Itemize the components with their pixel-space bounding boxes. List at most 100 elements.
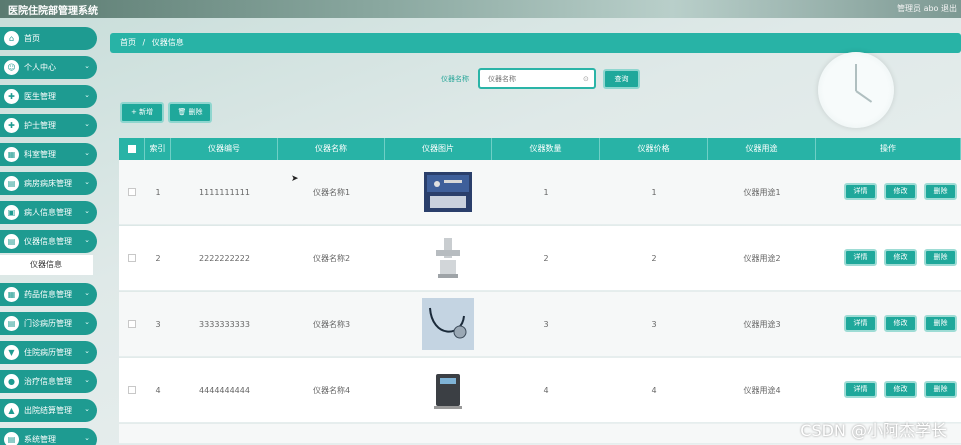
sidebar-item[interactable]: ☺ 个人中心 ⌄ xyxy=(0,56,97,79)
cell-code: 4444444444 xyxy=(199,386,250,395)
sidebar: ⌂ 首页 ☺ 个人中心 ⌄ ✚ 医生管理 ⌄ ✚ 护士管理 ⌄ ▦ 科室管理 ⌄ ▤ 病房病床管理 ⌄ ▣ 病人信息… xyxy=(0,26,100,445)
breadcrumb-separator: / xyxy=(142,38,146,47)
sidebar-item[interactable]: ▤ 病房病床管理 ⌄ xyxy=(0,172,97,195)
cell-name: 仪器名称2 xyxy=(312,254,351,263)
edit-button[interactable]: 修改 xyxy=(884,315,917,332)
table-row: 1 1111111111 仪器名称1 1 1 仪器用途1 详情 修改 删除 xyxy=(119,160,961,225)
search-button[interactable]: 查询 xyxy=(603,69,640,89)
cell-qty: 2 xyxy=(543,254,549,263)
delete-button[interactable]: 删除 xyxy=(924,315,957,332)
table-header: 索引 仪器编号 仪器名称 仪器图片 仪器数量 仪器价格 仪器用途 操作 xyxy=(119,138,961,160)
mouse-cursor-icon: ➤ xyxy=(291,174,299,184)
sidebar-item[interactable]: ▤ 门诊病历管理 ⌄ xyxy=(0,312,97,335)
cell-qty: 1 xyxy=(543,188,549,197)
sidebar-item-label: 住院病历管理 xyxy=(24,348,72,357)
sidebar-item-label: 病房病床管理 xyxy=(24,179,72,188)
chevron-down-icon: ⌄ xyxy=(84,178,90,186)
chevron-down-icon: ⌄ xyxy=(84,207,90,215)
sidebar-item[interactable]: ▦ 药品信息管理 ⌄ xyxy=(0,283,97,306)
sidebar-item[interactable]: ▤ 系统管理 ⌄ xyxy=(0,428,97,445)
row-checkbox[interactable] xyxy=(128,254,136,262)
cell-index: 3 xyxy=(155,320,161,329)
nurse-icon: ✚ xyxy=(4,118,19,133)
faucet-image xyxy=(422,232,474,284)
app-title: 医院住院部管理系统 xyxy=(8,6,98,17)
dept-icon: ▦ xyxy=(4,147,19,162)
sidebar-item[interactable]: ▲ 出院结算管理 ⌄ xyxy=(0,399,97,422)
detail-button[interactable]: 详情 xyxy=(844,381,877,398)
row-checkbox[interactable] xyxy=(128,188,136,196)
home-icon: ⌂ xyxy=(4,31,19,46)
cell-code: 3333333333 xyxy=(199,320,250,329)
main-content: 首页 / 仪器信息 仪器名称 ⊙ 查询 + 新增 🗑 删除 索引仪器编号仪器名称… xyxy=(108,26,961,445)
cell-code: 1111111111 xyxy=(199,188,250,197)
chevron-down-icon: ⌄ xyxy=(84,149,90,157)
cell-qty: 3 xyxy=(543,320,549,329)
column-header: 仪器编号 xyxy=(171,138,278,160)
sidebar-item[interactable]: ✚ 护士管理 ⌄ xyxy=(0,114,97,137)
chevron-down-icon: ⌄ xyxy=(84,347,90,355)
sidebar-item[interactable]: ● 治疗信息管理 ⌄ xyxy=(0,370,97,393)
table-row: 2 2222222222 仪器名称2 2 2 仪器用途2 详情 修改 删除 xyxy=(119,226,961,291)
search-input[interactable] xyxy=(478,68,596,89)
cell-index: 1 xyxy=(155,188,161,197)
sidebar-item-label: 出院结算管理 xyxy=(24,406,72,415)
delete-button[interactable]: 删除 xyxy=(924,183,957,200)
chevron-down-icon: ⌄ xyxy=(84,376,90,384)
column-header: 索引 xyxy=(145,138,171,160)
cell-index: 4 xyxy=(155,386,161,395)
column-header: 仪器用途 xyxy=(708,138,816,160)
delete-button[interactable]: 删除 xyxy=(924,381,957,398)
column-header: 操作 xyxy=(816,138,961,160)
detail-button[interactable]: 详情 xyxy=(844,315,877,332)
row-checkbox[interactable] xyxy=(128,386,136,394)
add-button[interactable]: + 新增 xyxy=(120,102,164,123)
select-all-header[interactable] xyxy=(119,138,145,160)
column-header: 仪器数量 xyxy=(492,138,600,160)
edit-button[interactable]: 修改 xyxy=(884,249,917,266)
patient-icon: ▣ xyxy=(4,205,19,220)
sidebar-item[interactable]: ▣ 病人信息管理 ⌄ xyxy=(0,201,97,224)
sidebar-item[interactable]: ▦ 科室管理 ⌄ xyxy=(0,143,97,166)
system-icon: ▤ xyxy=(4,432,19,445)
sidebar-item[interactable]: ▼ 住院病历管理 ⌄ xyxy=(0,341,97,364)
chevron-down-icon: ⌄ xyxy=(84,318,90,326)
sidebar-item[interactable]: ⌂ 首页 xyxy=(0,27,97,50)
edit-button[interactable]: 修改 xyxy=(884,183,917,200)
cell-price: 2 xyxy=(651,254,657,263)
cell-name: 仪器名称3 xyxy=(312,320,351,329)
select-all-checkbox[interactable] xyxy=(128,145,136,153)
sidebar-item-label: 门诊病历管理 xyxy=(24,319,72,328)
sidebar-item-label: 首页 xyxy=(24,34,40,43)
table-row: 4 4444444444 仪器名称4 4 4 仪器用途4 详情 修改 删除 xyxy=(119,358,961,423)
breadcrumb-home[interactable]: 首页 xyxy=(120,38,136,47)
user-info[interactable]: 管理员 abo 退出 xyxy=(897,3,957,14)
delete-button[interactable]: 🗑 删除 xyxy=(168,102,212,123)
clear-icon[interactable]: ⊙ xyxy=(583,75,589,83)
treatment-icon: ● xyxy=(4,374,19,389)
bed-icon: ▤ xyxy=(4,176,19,191)
medicine-icon: ▦ xyxy=(4,287,19,302)
sidebar-item[interactable]: ▤ 仪器信息管理 ⌄ xyxy=(0,230,97,253)
cell-usage: 仪器用途2 xyxy=(743,254,781,263)
trash-icon: 🗑 xyxy=(177,108,187,116)
column-header: 仪器名称 xyxy=(278,138,385,160)
delete-button[interactable]: 删除 xyxy=(924,249,957,266)
row-checkbox[interactable] xyxy=(128,320,136,328)
stethoscope-image xyxy=(422,298,474,350)
cell-name: 仪器名称1 xyxy=(312,188,351,197)
column-header: 仪器价格 xyxy=(600,138,708,160)
column-header: 仪器图片 xyxy=(385,138,492,160)
edit-button[interactable]: 修改 xyxy=(884,381,917,398)
detail-button[interactable]: 详情 xyxy=(844,183,877,200)
record-icon: ▤ xyxy=(4,316,19,331)
sidebar-item-label: 病人信息管理 xyxy=(24,208,72,217)
detail-button[interactable]: 详情 xyxy=(844,249,877,266)
search-label: 仪器名称 xyxy=(441,75,469,83)
breadcrumb: 首页 / 仪器信息 xyxy=(110,33,961,53)
sidebar-item-label: 系统管理 xyxy=(24,435,56,444)
submenu-item-instrument[interactable]: 仪器信息 xyxy=(0,255,93,275)
breadcrumb-current: 仪器信息 xyxy=(151,38,184,47)
doctor-icon: ✚ xyxy=(4,89,19,104)
sidebar-item[interactable]: ✚ 医生管理 ⌄ xyxy=(0,85,97,108)
